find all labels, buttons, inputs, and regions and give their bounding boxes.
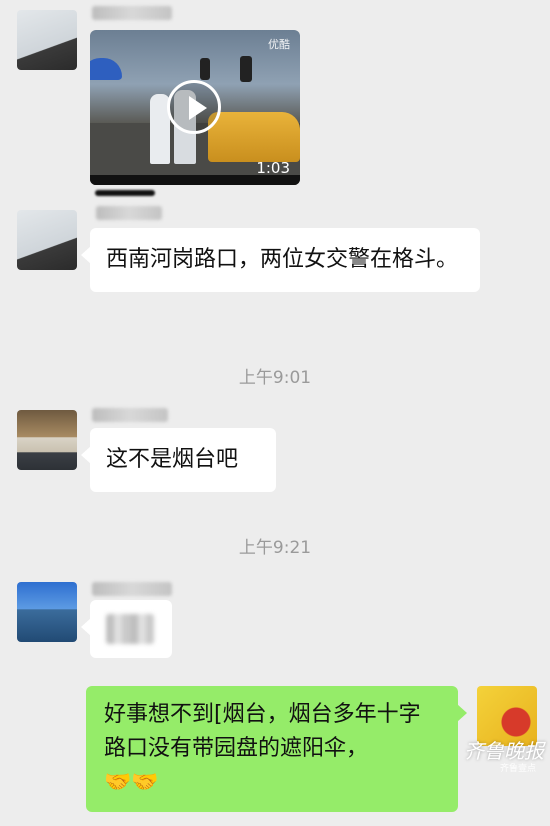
traffic-signal-icon — [200, 58, 210, 80]
avatar-sender-1[interactable] — [17, 10, 77, 70]
timestamp: 上午9:21 — [238, 538, 312, 558]
video-duration: 1:03 — [256, 159, 290, 177]
sender-name-blurred — [96, 206, 162, 220]
blurred-content — [106, 614, 154, 644]
video-source-tag: 优酷 — [268, 38, 290, 51]
avatar-sender-1[interactable] — [17, 210, 77, 270]
timestamp: 上午9:01 — [238, 368, 312, 388]
sender-name-blurred — [92, 408, 168, 422]
avatar-sender-2[interactable] — [17, 410, 77, 470]
chat-view: 优酷 1:03 西南河岗路口，两位女交警在格斗。 上午9:01 这不是烟台吧 上… — [0, 0, 550, 826]
video-message[interactable]: 优酷 1:03 — [90, 30, 300, 185]
watermark-brand: 齐鲁晚报 — [464, 739, 544, 763]
sender-name-blurred — [92, 6, 172, 20]
message-bubble[interactable]: 这不是烟台吧 — [81, 428, 276, 492]
message-bubble[interactable]: 西南河岗路口，两位女交警在格斗。 — [81, 228, 480, 292]
blurred-message-bubble[interactable] — [81, 600, 172, 658]
handshake-emoji: 🤝🤝 — [104, 770, 159, 795]
message-text: 这不是烟台吧 — [106, 447, 239, 472]
play-icon[interactable] — [167, 80, 221, 134]
avatar-sender-3[interactable] — [17, 582, 77, 642]
video-thumbnail-taxi — [208, 112, 300, 162]
watermark-sub: 齐鲁壹点 — [499, 764, 536, 774]
outgoing-message-bubble[interactable]: 好事想不到[烟台，烟台多年十字路口没有带园盘的遮阳伞， 🤝🤝 — [86, 686, 467, 812]
message-text: 西南河岗路口，两位女交警在格斗。 — [106, 247, 459, 272]
sender-name-blurred — [92, 582, 172, 596]
traffic-signal-icon — [240, 56, 252, 82]
message-text: 好事想不到[烟台，烟台多年十字路口没有带园盘的遮阳伞， — [104, 702, 421, 761]
video-thumbnail-umbrella — [90, 58, 122, 80]
blurred-caption — [95, 190, 155, 196]
